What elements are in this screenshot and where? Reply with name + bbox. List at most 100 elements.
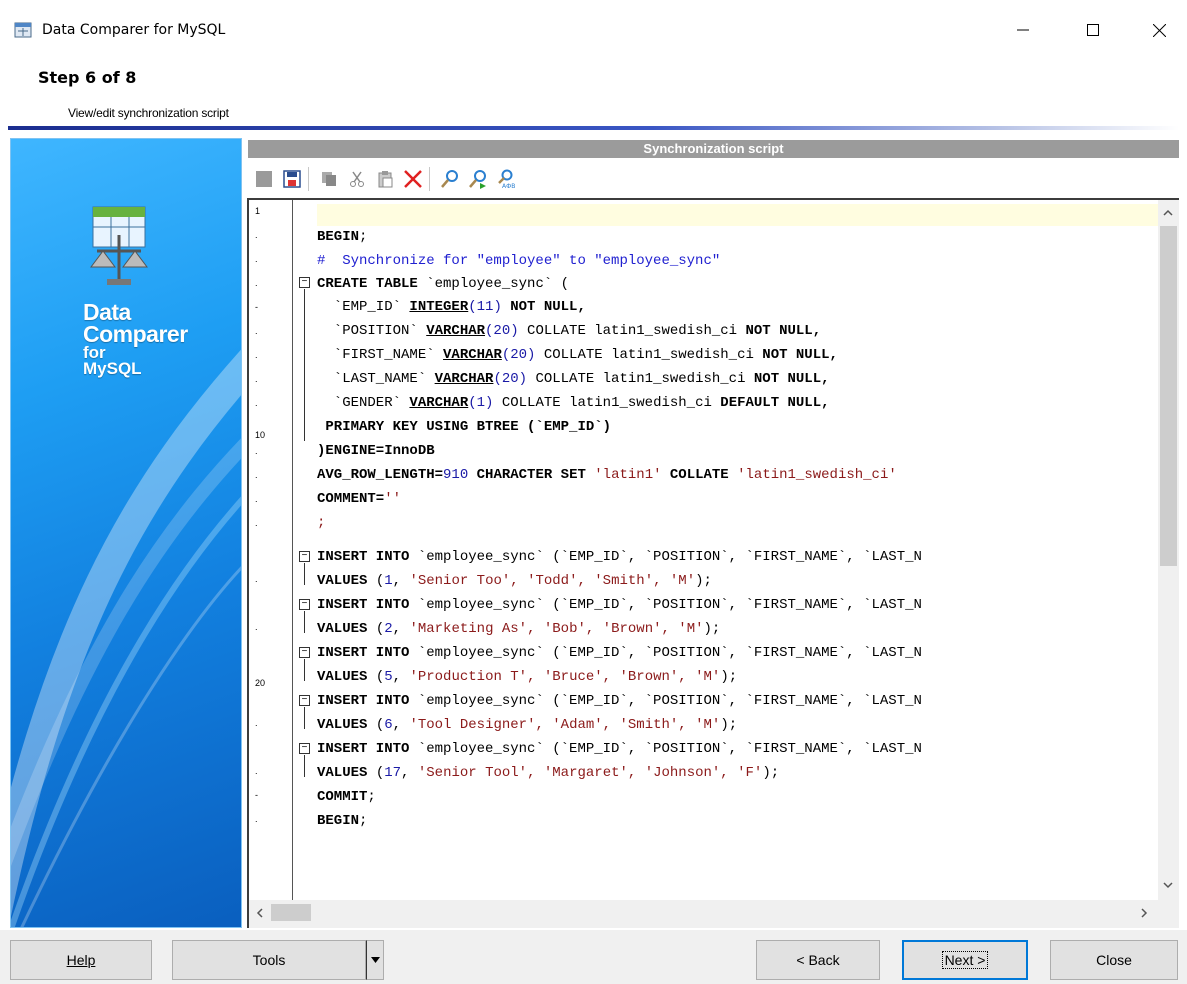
token: VALUES <box>317 621 368 637</box>
token: INSERT INTO <box>317 549 410 565</box>
token: ; <box>359 813 368 829</box>
token: 2 <box>384 621 393 637</box>
token: 17 <box>384 765 402 781</box>
horizontal-scrollbar[interactable] <box>249 900 1158 928</box>
line-number: . <box>255 350 258 360</box>
token: 'Senior Tool', 'Margaret', 'Johnson', 'F… <box>417 765 763 781</box>
toolbar-separator <box>308 167 309 191</box>
token: '' <box>384 491 402 507</box>
code-line: AVG_ROW_LENGTH=910 CHARACTER SET 'latin1… <box>317 464 897 486</box>
token: COLLATE latin1_swedish_ci <box>518 323 746 339</box>
back-button[interactable]: < Back <box>756 940 880 980</box>
find-next-button[interactable] <box>466 167 490 191</box>
cut-button[interactable] <box>345 167 369 191</box>
banner-line-2: Comparer <box>83 321 188 347</box>
tools-button[interactable]: Tools <box>172 940 366 980</box>
delete-button[interactable] <box>401 167 425 191</box>
token: (20) <box>485 323 519 339</box>
script-editor[interactable]: 1 . . . - . . . . 10 . . . . . . 20 . . … <box>247 198 1158 928</box>
code-line: `POSITION` VARCHAR(20) COLLATE latin1_sw… <box>317 320 821 342</box>
line-number: . <box>255 814 258 824</box>
token: `POSITION` <box>317 323 427 339</box>
token: VALUES <box>317 717 368 733</box>
token: 'latin1_swedish_ci' <box>737 467 897 483</box>
code-line: CREATE TABLE `employee_sync` ( <box>317 273 569 295</box>
minimize-button[interactable] <box>1000 14 1046 46</box>
next-button[interactable]: Next > <box>902 940 1028 980</box>
svg-text:АФВ: АФВ <box>502 183 515 189</box>
token: ; <box>367 789 376 805</box>
token: NOT NULL, <box>753 371 830 387</box>
token: VALUES <box>317 573 368 589</box>
token: ; <box>359 229 368 245</box>
code-line: VALUES (17, 'Senior Tool', 'Margaret', '… <box>317 765 780 781</box>
line-number: . <box>255 278 258 288</box>
scroll-right-icon[interactable] <box>1139 908 1149 918</box>
token: 'Tool Designer', 'Adam', 'Smith', 'M' <box>409 717 721 733</box>
help-button[interactable]: Help <box>10 940 152 980</box>
fold-toggle-icon[interactable]: − <box>299 743 310 754</box>
panel-header: Synchronization script <box>248 140 1179 158</box>
code-line: INSERT INTO `employee_sync` (`EMP_ID`, `… <box>317 594 922 616</box>
toolbar-separator <box>429 167 430 191</box>
horizontal-scroll-thumb[interactable] <box>271 904 311 921</box>
maximize-button[interactable] <box>1070 14 1116 46</box>
token: INSERT INTO <box>317 645 410 661</box>
fold-toggle-icon[interactable]: − <box>299 647 310 658</box>
token: 910 <box>443 467 469 483</box>
token: 'latin1' <box>594 467 662 483</box>
replace-icon: АФВ <box>498 169 515 189</box>
token: VARCHAR <box>409 395 469 411</box>
line-number: . <box>255 766 258 776</box>
token: CHARACTER SET <box>468 467 595 483</box>
tools-dropdown-button[interactable] <box>366 940 384 980</box>
find-button[interactable] <box>438 167 462 191</box>
banner-line-4: MySQL <box>83 359 142 378</box>
token: INTEGER <box>409 299 469 315</box>
code-line: BEGIN; <box>317 226 367 248</box>
close-window-button[interactable] <box>1136 14 1182 46</box>
line-number: . <box>255 718 258 728</box>
copy-button[interactable] <box>317 167 341 191</box>
delete-icon <box>404 170 422 188</box>
line-number-gutter: 1 . . . - . . . . 10 . . . . . . 20 . . … <box>249 200 293 900</box>
token: DEFAULT NULL, <box>720 395 830 411</box>
line-number: - <box>255 790 258 800</box>
scroll-up-icon[interactable] <box>1163 208 1173 218</box>
token: BEGIN <box>317 229 360 245</box>
token: VALUES <box>317 669 368 685</box>
fold-toggle-icon[interactable]: − <box>299 551 310 562</box>
token: INSERT INTO <box>317 741 410 757</box>
save-as-icon <box>283 170 301 188</box>
fold-toggle-icon[interactable]: − <box>299 695 310 706</box>
token: COLLATE <box>661 467 738 483</box>
replace-button[interactable]: АФВ <box>494 167 518 191</box>
line-number: . <box>255 374 258 384</box>
paste-button[interactable] <box>373 167 397 191</box>
fold-toggle-icon[interactable]: − <box>299 277 310 288</box>
line-number: . <box>255 518 258 528</box>
save-disabled-button[interactable] <box>252 167 276 191</box>
fold-toggle-icon[interactable]: − <box>299 599 310 610</box>
token: COLLATE latin1_swedish_ci <box>493 395 721 411</box>
save-as-button[interactable] <box>280 167 304 191</box>
code-line: COMMENT='' <box>317 488 401 510</box>
find-next-icon <box>469 170 486 189</box>
vertical-scrollbar[interactable] <box>1158 198 1179 900</box>
scrollbar-corner <box>1158 900 1179 928</box>
line-number: . <box>255 326 258 336</box>
scroll-left-icon[interactable] <box>255 908 265 918</box>
token: (1) <box>468 395 494 411</box>
code-area[interactable]: − − − − − − BEGIN; # Synchronize for "em… <box>293 200 1158 900</box>
fold-guide <box>304 611 305 633</box>
save-disabled-icon <box>256 171 272 187</box>
token: COMMIT <box>317 789 368 805</box>
token: INSERT INTO <box>317 693 410 709</box>
scroll-down-icon[interactable] <box>1163 880 1173 890</box>
token: `FIRST_NAME` <box>317 347 444 363</box>
editor-toolbar: АФВ <box>248 162 648 196</box>
close-button[interactable]: Close <box>1050 940 1178 980</box>
token: VALUES <box>317 765 368 781</box>
line-number: . <box>255 494 258 504</box>
vertical-scroll-thumb[interactable] <box>1160 226 1177 566</box>
